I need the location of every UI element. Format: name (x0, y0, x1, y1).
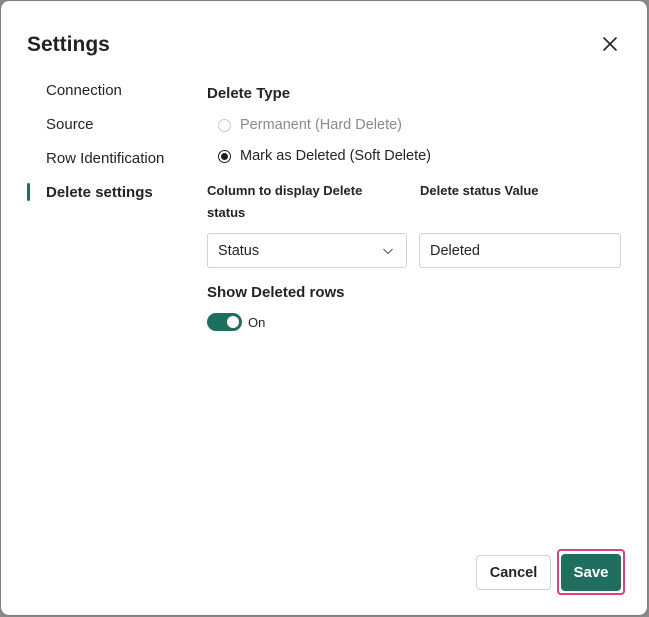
column-field-label: Column to display Delete status (207, 183, 363, 220)
active-nav-indicator (27, 183, 30, 201)
radio-soft-delete-label: Mark as Deleted (Soft Delete) (240, 148, 431, 164)
radio-permanent-label: Permanent (Hard Delete) (240, 117, 402, 133)
toggle-state-label: On (248, 315, 266, 330)
nav-item-row-identification[interactable]: Row Identification (46, 150, 164, 167)
column-dropdown[interactable]: Status (207, 233, 407, 268)
radio-soft-delete-option[interactable]: Mark as Deleted (Soft Delete) (218, 148, 431, 164)
cancel-button[interactable]: Cancel (476, 555, 551, 590)
toggle-knob (227, 316, 239, 328)
radio-soft-delete[interactable] (218, 149, 231, 163)
save-button[interactable]: Save (561, 554, 621, 591)
nav-item-delete-settings[interactable]: Delete settings (46, 184, 153, 201)
dialog-title: Settings (27, 33, 110, 56)
chevron-down-icon (382, 245, 394, 257)
show-deleted-toggle[interactable] (207, 313, 242, 331)
radio-permanent-option[interactable]: Permanent (Hard Delete) (218, 117, 402, 133)
close-icon[interactable] (599, 33, 621, 55)
column-dropdown-value: Status (218, 242, 260, 259)
delete-type-heading: Delete Type (207, 85, 291, 102)
settings-dialog: Settings Connection Source Row Identific… (1, 1, 647, 615)
delete-status-value-input[interactable] (419, 233, 621, 268)
status-value-label: Delete status Value (420, 183, 539, 198)
show-deleted-rows-heading: Show Deleted rows (207, 284, 345, 301)
nav-item-connection[interactable]: Connection (46, 82, 122, 99)
radio-permanent[interactable] (218, 118, 231, 132)
nav-item-source[interactable]: Source (46, 116, 94, 133)
